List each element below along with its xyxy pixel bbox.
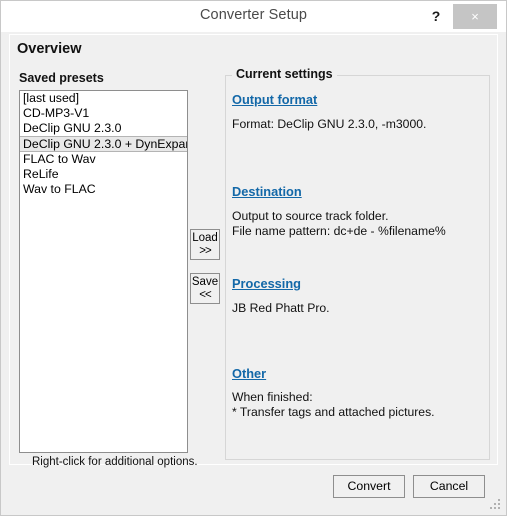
other-text: When finished: * Transfer tags and attac…	[232, 390, 435, 419]
processing-link[interactable]: Processing	[232, 276, 301, 291]
preset-list-item[interactable]: [last used]	[20, 91, 187, 106]
page-title: Overview	[17, 41, 82, 57]
resize-grip-icon[interactable]	[490, 499, 501, 510]
current-settings-legend: Current settings	[232, 67, 337, 81]
presets-hint-text: Right-click for additional options.	[32, 456, 198, 468]
output-format-link[interactable]: Output format	[232, 92, 317, 107]
destination-link[interactable]: Destination	[232, 184, 302, 199]
processing-text: JB Red Phatt Pro.	[232, 301, 330, 315]
load-button-label: Load	[192, 232, 218, 244]
save-button-label: Save	[191, 276, 219, 288]
preset-list-item[interactable]: CD-MP3-V1	[20, 106, 187, 121]
save-arrows-icon: <<	[199, 289, 211, 302]
preset-list-item[interactable]: Wav to FLAC	[20, 182, 187, 197]
preset-list-item[interactable]: ReLife	[20, 167, 187, 182]
saved-presets-label: Saved presets	[19, 71, 104, 85]
destination-text: Output to source track folder. File name…	[232, 209, 446, 238]
cancel-button[interactable]: Cancel	[413, 475, 485, 498]
saved-presets-listbox[interactable]: [last used] CD-MP3-V1 DeClip GNU 2.3.0 DeCl…	[19, 90, 188, 453]
preset-list-item[interactable]: DeClip GNU 2.3.0 + DynExpand	[20, 136, 187, 152]
content-panel: Overview Saved presets [last used] CD-MP3…	[9, 34, 498, 468]
load-preset-button[interactable]: Load >>	[190, 229, 220, 260]
preset-list-item[interactable]: FLAC to Wav	[20, 152, 187, 167]
other-link[interactable]: Other	[232, 366, 266, 381]
preset-list-item[interactable]: DeClip GNU 2.3.0	[20, 121, 187, 136]
save-preset-button[interactable]: Save <<	[190, 273, 220, 304]
load-arrows-icon: >>	[199, 245, 211, 258]
convert-button[interactable]: Convert	[333, 475, 405, 498]
output-format-text: Format: DeClip GNU 2.3.0, -m3000.	[232, 117, 427, 131]
converter-setup-dialog: Converter Setup ? × Overview Saved prese…	[0, 0, 507, 516]
close-button[interactable]: ×	[453, 4, 497, 29]
help-button[interactable]: ?	[425, 6, 447, 27]
title-bar: Converter Setup ? ×	[1, 1, 506, 32]
